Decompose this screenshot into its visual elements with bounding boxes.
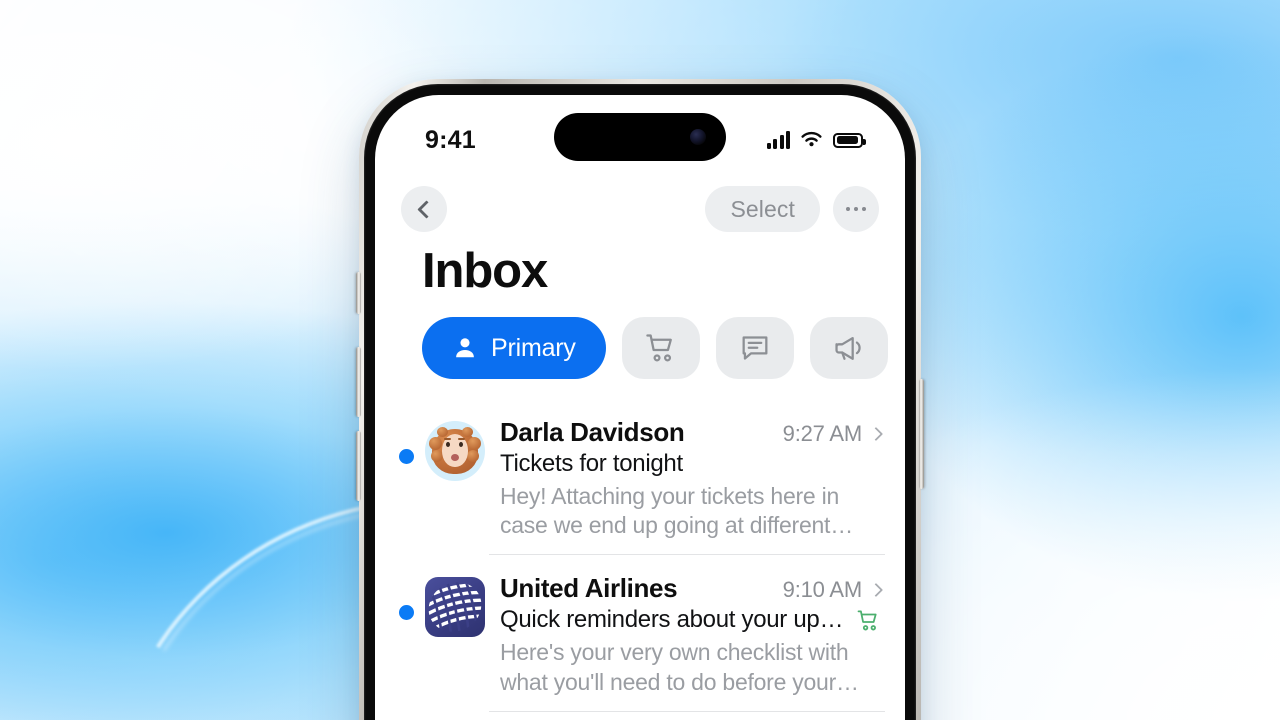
avatar	[425, 577, 485, 638]
volume-up-button[interactable]	[356, 347, 361, 417]
unread-indicator-dot	[399, 605, 414, 621]
mail-timestamp: 9:10 AM	[782, 577, 863, 603]
filter-pill-transactions[interactable]	[715, 317, 794, 379]
navigation-bar: Select	[375, 178, 905, 240]
action-button[interactable]	[356, 272, 361, 314]
megaphone-icon	[835, 336, 861, 360]
mail-meta: 9:10 AM	[782, 577, 884, 603]
power-button[interactable]	[919, 379, 924, 489]
select-button[interactable]: Select	[705, 186, 820, 232]
front-camera-icon	[690, 129, 706, 145]
screenshot-stage: 9:41 Select Inbox Primary Darla Davidson…	[0, 0, 1280, 720]
chevron-right-icon[interactable]	[868, 583, 884, 598]
back-button[interactable]	[401, 186, 447, 232]
volume-down-button[interactable]	[356, 431, 361, 501]
mail-list-item[interactable]: Darla Davidson 9:27 AM Tickets for tonig…	[375, 398, 905, 554]
unread-indicator-dot	[399, 449, 414, 464]
person-icon	[456, 338, 474, 358]
filter-pill-row: Primary	[422, 317, 905, 379]
mail-subject: Quick reminders about your upcoming...	[500, 606, 848, 634]
filter-pill-primary[interactable]: Primary	[422, 317, 606, 379]
mail-content: Darla Davidson 9:27 AM Tickets for tonig…	[500, 413, 884, 540]
device-screen: 9:41 Select Inbox Primary Darla Davidson…	[375, 95, 905, 720]
mail-list-item[interactable]: Liz, Kristina & Melody 8:58 AM Friday di…	[375, 710, 905, 720]
mail-header-line: Darla Davidson 9:27 AM	[500, 417, 884, 448]
mail-subject: Tickets for tonight	[500, 450, 683, 477]
page-title: Inbox	[422, 244, 548, 298]
status-bar-indicators	[766, 131, 866, 149]
avatar	[425, 421, 485, 481]
more-options-button[interactable]	[833, 186, 879, 232]
category-badge	[856, 608, 881, 633]
chevron-left-icon	[416, 199, 436, 219]
battery-icon	[833, 132, 866, 148]
ellipsis-icon	[846, 206, 866, 212]
status-bar-time: 9:41	[425, 125, 476, 154]
filter-pill-primary-label: Primary	[491, 333, 576, 362]
wifi-icon	[801, 131, 822, 147]
filter-pill-promotions[interactable]	[809, 317, 888, 379]
chat-bubble-icon	[742, 336, 768, 360]
mail-content: United Airlines 9:10 AM Quick reminders …	[500, 569, 884, 696]
mail-sender: United Airlines	[500, 573, 678, 604]
mail-preview: Here's your very own checklist with what…	[500, 639, 849, 695]
cart-icon	[645, 334, 672, 362]
mail-list-item[interactable]: United Airlines 9:10 AM Quick reminders …	[375, 554, 905, 710]
mail-subject-line: Quick reminders about your upcoming...	[500, 606, 881, 634]
globe-icon	[425, 577, 485, 638]
signal-bars-icon	[766, 131, 790, 149]
mail-sender: Darla Davidson	[500, 417, 685, 447]
united-airlines-logo	[425, 577, 485, 638]
mail-timestamp: 9:27 AM	[782, 421, 863, 446]
chevron-right-icon[interactable]	[868, 426, 884, 442]
memoji-avatar	[425, 421, 485, 481]
mail-preview: Hey! Attaching your tickets here in case…	[500, 483, 839, 539]
mail-meta: 9:27 AM	[782, 421, 884, 447]
mail-subject-line: Tickets for tonight	[500, 450, 881, 478]
filter-pill-shopping[interactable]	[621, 317, 700, 379]
mail-list[interactable]: Darla Davidson 9:27 AM Tickets for tonig…	[375, 398, 905, 720]
device-bezel: 9:41 Select Inbox Primary Darla Davidson…	[364, 84, 916, 720]
cart-icon	[857, 610, 877, 631]
mail-header-line: United Airlines 9:10 AM	[500, 573, 884, 604]
iphone-device-frame: 9:41 Select Inbox Primary Darla Davidson…	[356, 79, 924, 720]
dynamic-island	[554, 113, 726, 161]
